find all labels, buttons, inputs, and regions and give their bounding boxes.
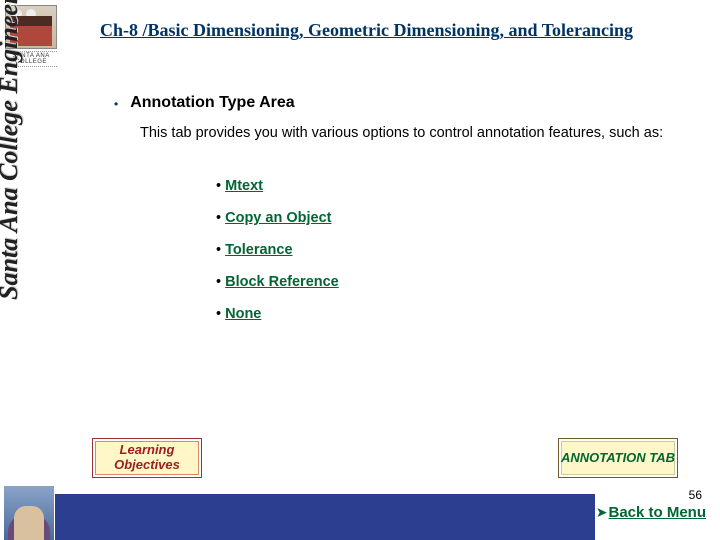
list-item: • Copy an Object bbox=[216, 210, 339, 226]
list-item: • Tolerance bbox=[216, 242, 339, 258]
back-to-menu-row: ➤Back to Menu bbox=[596, 504, 706, 521]
link-none[interactable]: None bbox=[225, 306, 261, 322]
link-copy-object[interactable]: Copy an Object bbox=[225, 210, 331, 226]
list-item: • None bbox=[216, 306, 339, 322]
link-mtext[interactable]: Mtext bbox=[225, 178, 263, 194]
annotation-type-list: • Mtext • Copy an Object • Tolerance • B… bbox=[216, 178, 339, 338]
instructor-photo bbox=[4, 486, 54, 540]
annotation-tab-button[interactable]: ANNOTATION TAB bbox=[558, 438, 678, 478]
section-description: This tab provides you with various optio… bbox=[140, 124, 665, 142]
slide: SANTA ANA COLLEGE Santa Ana College Engi… bbox=[0, 0, 720, 540]
bullet-icon: • bbox=[114, 94, 118, 114]
chapter-title: Ch-8 /Basic Dimensioning, Geometric Dime… bbox=[100, 20, 633, 41]
section-heading: Annotation Type Area bbox=[130, 94, 294, 112]
chevron-right-icon: ➤ bbox=[596, 504, 608, 520]
link-tolerance[interactable]: Tolerance bbox=[225, 242, 292, 258]
vertical-branding-text: Santa Ana College Engineering bbox=[0, 0, 24, 300]
list-item: • Mtext bbox=[216, 178, 339, 194]
section-heading-row: • Annotation Type Area bbox=[114, 94, 295, 114]
left-sidebar: SANTA ANA COLLEGE Santa Ana College Engi… bbox=[0, 0, 62, 540]
footer-bar bbox=[55, 494, 595, 540]
page-number: 56 bbox=[689, 488, 702, 502]
list-item: • Block Reference bbox=[216, 274, 339, 290]
link-block-reference[interactable]: Block Reference bbox=[225, 274, 339, 290]
back-to-menu-link[interactable]: Back to Menu bbox=[608, 504, 706, 521]
learning-objectives-button[interactable]: Learning Objectives bbox=[92, 438, 202, 478]
